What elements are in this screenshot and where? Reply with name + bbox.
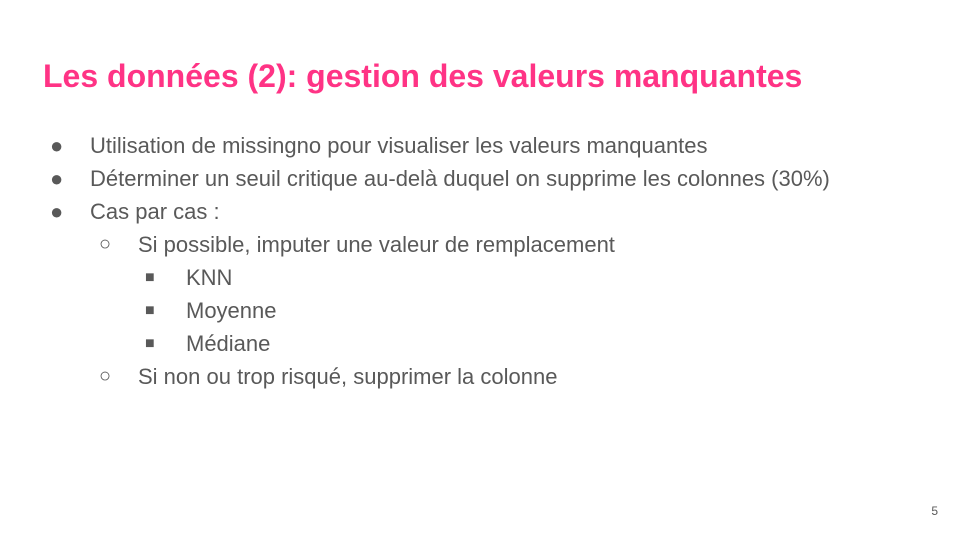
bullet-disc-icon: ● <box>50 133 64 158</box>
bullet-item: ● Déterminer un seuil critique au-delà d… <box>0 162 960 195</box>
bullet-disc-icon: ● <box>50 199 64 224</box>
sub-bullet-item: ○ Si possible, imputer une valeur de rem… <box>0 228 960 261</box>
sub-sub-bullet-item: ■ Médiane <box>0 327 960 360</box>
sub-sub-bullet-item: ■ KNN <box>0 261 960 294</box>
sub-sub-bullet-item: ■ Moyenne <box>0 294 960 327</box>
bullet-text: Utilisation de missingno pour visualiser… <box>90 133 708 158</box>
bullet-item: ● Utilisation de missingno pour visualis… <box>0 129 960 162</box>
slide-title: Les données (2): gestion des valeurs man… <box>43 58 803 94</box>
bullet-item: ● Cas par cas : <box>0 195 960 228</box>
sub-sub-bullet-text: KNN <box>186 265 233 290</box>
bullet-square-icon: ■ <box>145 335 155 352</box>
sub-bullet-text: Si non ou trop risqué, supprimer la colo… <box>138 364 558 389</box>
bullet-text: Déterminer un seuil critique au-delà duq… <box>90 166 830 191</box>
sub-sub-bullet-text: Moyenne <box>186 298 277 323</box>
sub-sub-bullet-text: Médiane <box>186 331 271 356</box>
bullet-list: ● Utilisation de missingno pour visualis… <box>0 129 960 393</box>
bullet-circle-icon: ○ <box>99 365 112 387</box>
bullet-disc-icon: ● <box>50 166 64 191</box>
bullet-square-icon: ■ <box>145 302 155 319</box>
bullet-circle-icon: ○ <box>99 233 112 255</box>
page-number: 5 <box>931 504 938 518</box>
sub-bullet-item: ○ Si non ou trop risqué, supprimer la co… <box>0 360 960 393</box>
bullet-square-icon: ■ <box>145 269 155 286</box>
slide: Les données (2): gestion des valeurs man… <box>0 0 960 540</box>
bullet-text: Cas par cas : <box>90 199 220 224</box>
sub-bullet-text: Si possible, imputer une valeur de rempl… <box>138 232 615 257</box>
